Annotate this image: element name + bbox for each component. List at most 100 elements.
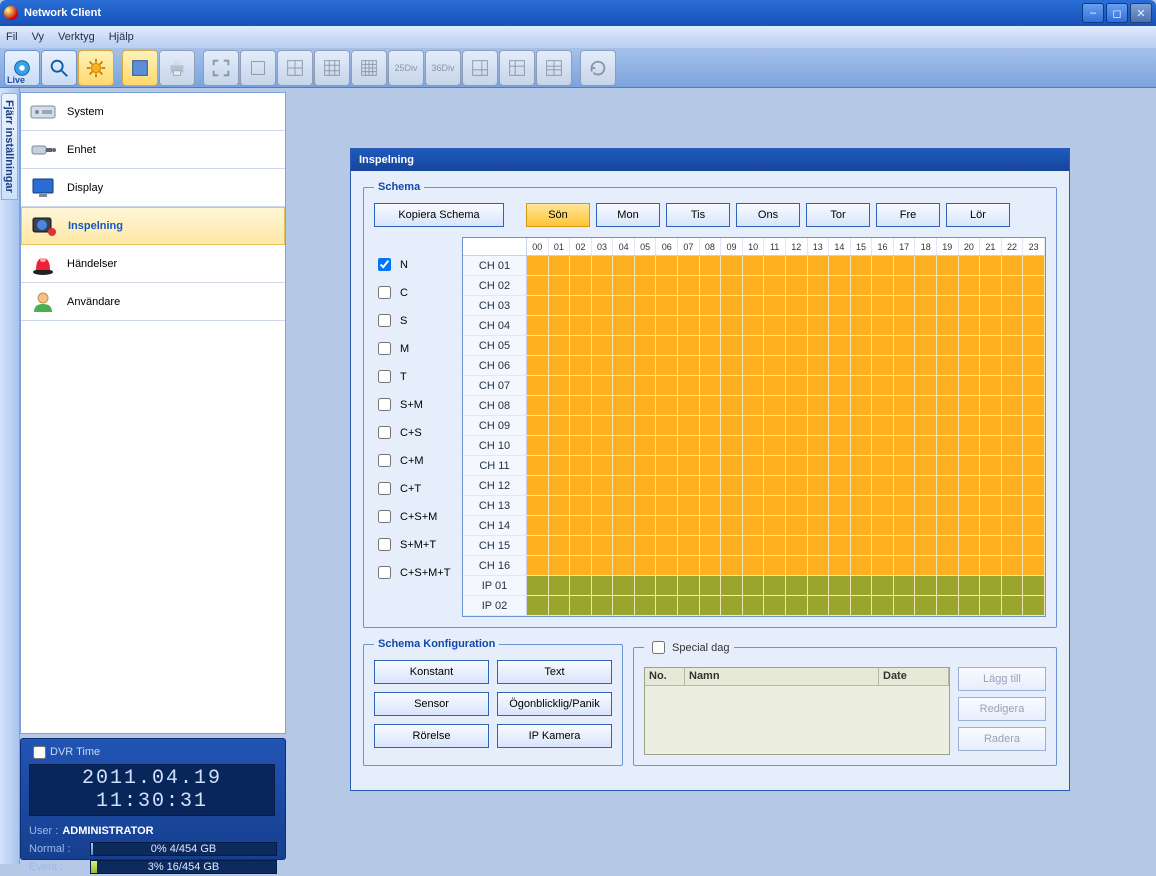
menu-help[interactable]: Hjälp: [109, 31, 134, 43]
event-usage-bar: 3% 16/454 GB: [90, 860, 277, 874]
toolbar-grid-1x1-button[interactable]: [240, 50, 276, 86]
schedule-row[interactable]: CH 06: [463, 356, 1045, 376]
hour-header: 19: [937, 238, 959, 255]
panel-header: Inspelning: [351, 149, 1069, 171]
mode-checkbox-cs[interactable]: C+S: [374, 423, 456, 442]
sidebar-item-device[interactable]: Enhet: [21, 131, 285, 169]
schedule-row[interactable]: IP 01: [463, 576, 1045, 596]
schedule-row[interactable]: CH 12: [463, 476, 1045, 496]
day-thu-button[interactable]: Tor: [806, 203, 870, 227]
event-label: Event :: [29, 861, 84, 873]
channel-label: CH 08: [463, 396, 527, 415]
special-day-table[interactable]: No. Namn Date: [644, 667, 950, 755]
channel-label: CH 13: [463, 496, 527, 515]
toolbar-grid-3x3-button[interactable]: [314, 50, 350, 86]
special-delete-button[interactable]: Radera: [958, 727, 1046, 751]
day-fri-button[interactable]: Fre: [876, 203, 940, 227]
day-sun-button[interactable]: Sön: [526, 203, 590, 227]
maximize-button[interactable]: ◻: [1106, 3, 1128, 23]
sidebar-item-events[interactable]: Händelser: [21, 245, 285, 283]
schedule-row[interactable]: CH 02: [463, 276, 1045, 296]
channel-label: CH 06: [463, 356, 527, 375]
hour-header: 07: [678, 238, 700, 255]
menu-view[interactable]: Vy: [32, 31, 44, 43]
mode-checkbox-smt[interactable]: S+M+T: [374, 535, 456, 554]
hour-header: 05: [635, 238, 657, 255]
mode-checkbox-csmt[interactable]: C+S+M+T: [374, 563, 456, 582]
channel-label: CH 02: [463, 276, 527, 295]
config-ipcamera-button[interactable]: IP Kamera: [497, 724, 612, 748]
sidebar-item-system[interactable]: System: [21, 93, 285, 131]
minimize-button[interactable]: –: [1082, 3, 1104, 23]
status-panel: DVR Time 2011.04.19 11:30:31 User :ADMIN…: [20, 738, 286, 860]
config-sensor-button[interactable]: Sensor: [374, 692, 489, 716]
toolbar-search-button[interactable]: [41, 50, 77, 86]
channel-label: CH 15: [463, 536, 527, 555]
sidebar-item-label: Inspelning: [68, 220, 123, 232]
schedule-grid[interactable]: 0001020304050607080910111213141516171819…: [462, 237, 1046, 617]
toolbar-refresh-button[interactable]: [580, 50, 616, 86]
hour-header: 02: [570, 238, 592, 255]
copy-schema-button[interactable]: Kopiera Schema: [374, 203, 504, 227]
toolbar-settings-button[interactable]: [78, 50, 114, 86]
toolbar-grid-alt2-button[interactable]: [499, 50, 535, 86]
close-button[interactable]: ✕: [1130, 3, 1152, 23]
schedule-row[interactable]: CH 14: [463, 516, 1045, 536]
config-instant-button[interactable]: Ögonblicklig/Panik: [497, 692, 612, 716]
mode-checkbox-sm[interactable]: S+M: [374, 395, 456, 414]
menu-file[interactable]: Fil: [6, 31, 18, 43]
toolbar-36div-button[interactable]: 36Div: [425, 50, 461, 86]
mode-checkbox-s[interactable]: S: [374, 311, 456, 330]
schedule-row[interactable]: CH 05: [463, 336, 1045, 356]
toolbar-grid-2x2-button[interactable]: [277, 50, 313, 86]
clock-display: 2011.04.19 11:30:31: [29, 764, 275, 816]
user-label: User :: [29, 825, 58, 837]
config-constant-button[interactable]: Konstant: [374, 660, 489, 684]
toolbar-grid-alt1-button[interactable]: [462, 50, 498, 86]
special-edit-button[interactable]: Redigera: [958, 697, 1046, 721]
sidebar-item-recording[interactable]: Inspelning: [21, 207, 285, 245]
mode-checkbox-n[interactable]: N: [374, 255, 456, 274]
toolbar-fullscreen-button[interactable]: [203, 50, 239, 86]
toolbar-grid-alt3-button[interactable]: [536, 50, 572, 86]
schedule-row[interactable]: CH 11: [463, 456, 1045, 476]
toolbar-layout-1-button[interactable]: [122, 50, 158, 86]
schedule-row[interactable]: CH 03: [463, 296, 1045, 316]
schedule-row[interactable]: CH 16: [463, 556, 1045, 576]
schedule-row[interactable]: CH 10: [463, 436, 1045, 456]
toolbar-live-button[interactable]: Live: [4, 50, 40, 86]
special-add-button[interactable]: Lägg till: [958, 667, 1046, 691]
schedule-row[interactable]: CH 04: [463, 316, 1045, 336]
sidebar-item-display[interactable]: Display: [21, 169, 285, 207]
mode-checkbox-cm[interactable]: C+M: [374, 451, 456, 470]
toolbar-25div-button[interactable]: 25Div: [388, 50, 424, 86]
schedule-row[interactable]: CH 15: [463, 536, 1045, 556]
schedule-row[interactable]: CH 01: [463, 256, 1045, 276]
schedule-row[interactable]: CH 07: [463, 376, 1045, 396]
menu-tools[interactable]: Verktyg: [58, 31, 95, 43]
mode-checkbox-csm[interactable]: C+S+M: [374, 507, 456, 526]
hour-header: 17: [894, 238, 916, 255]
sidebar-item-users[interactable]: Användare: [21, 283, 285, 321]
config-motion-button[interactable]: Rörelse: [374, 724, 489, 748]
schedule-row[interactable]: CH 08: [463, 396, 1045, 416]
config-text-button[interactable]: Text: [497, 660, 612, 684]
normal-label: Normal :: [29, 843, 84, 855]
day-mon-button[interactable]: Mon: [596, 203, 660, 227]
mode-checkbox-t[interactable]: T: [374, 367, 456, 386]
day-wed-button[interactable]: Ons: [736, 203, 800, 227]
dvr-time-checkbox[interactable]: [33, 746, 46, 759]
mode-checkbox-m[interactable]: M: [374, 339, 456, 358]
toolbar-print-button[interactable]: [159, 50, 195, 86]
left-rail-tab[interactable]: Fjärr inställningar: [1, 93, 18, 200]
mode-checkbox-c[interactable]: C: [374, 283, 456, 302]
day-tue-button[interactable]: Tis: [666, 203, 730, 227]
schedule-row[interactable]: IP 02: [463, 596, 1045, 616]
mode-checkbox-ct[interactable]: C+T: [374, 479, 456, 498]
special-day-checkbox[interactable]: [652, 641, 665, 654]
toolbar-grid-4x4-button[interactable]: [351, 50, 387, 86]
schema-legend: Schema: [374, 181, 424, 193]
schedule-row[interactable]: CH 09: [463, 416, 1045, 436]
schedule-row[interactable]: CH 13: [463, 496, 1045, 516]
day-sat-button[interactable]: Lör: [946, 203, 1010, 227]
